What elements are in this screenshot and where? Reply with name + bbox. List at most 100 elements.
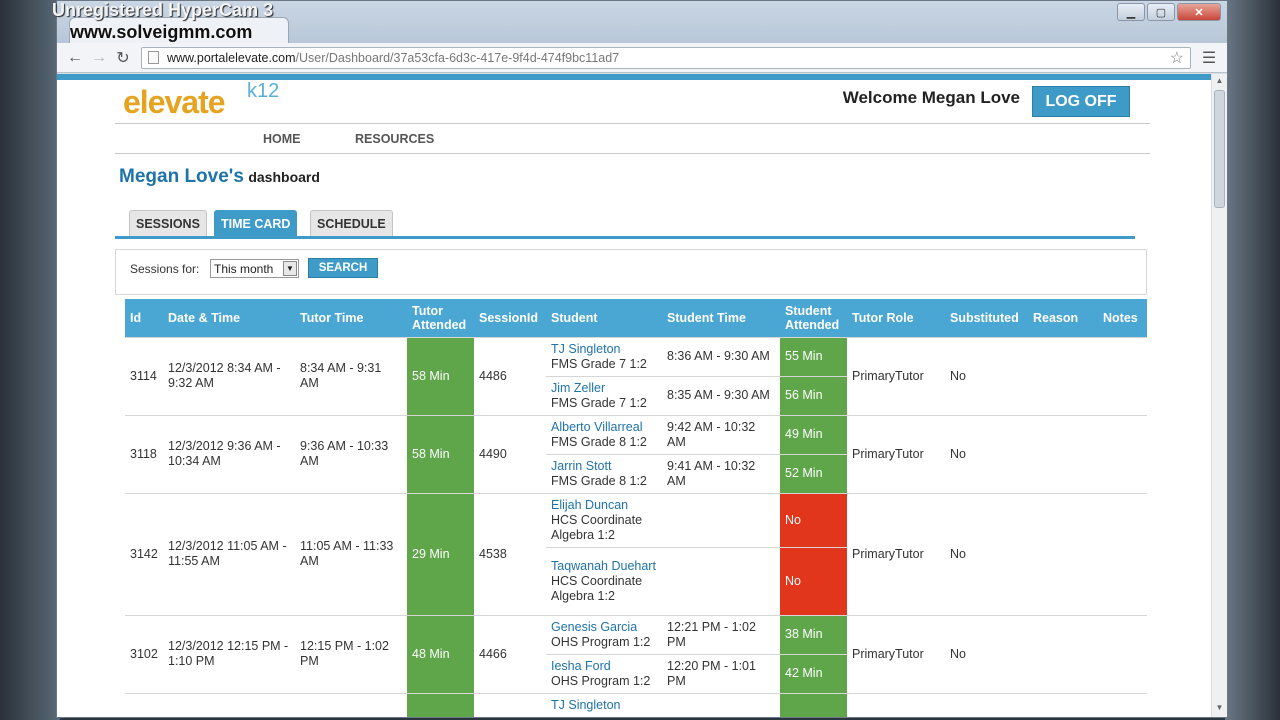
student-course: FMS Grade 8 1:2 — [551, 473, 647, 488]
page-content: elevate k12 Welcome Megan Love LOG OFF H… — [115, 80, 1150, 295]
row-date: 12/3/2012 11:05 AM - 11:55 AM — [163, 492, 295, 615]
student-time: 12:20 PM - 1:01 PM — [662, 653, 780, 693]
nav-resources[interactable]: RESOURCES — [355, 132, 434, 146]
row-date: 12/3/2012 9:36 AM - 10:34 AM — [163, 414, 295, 493]
student-link[interactable]: Genesis Garcia — [551, 620, 657, 635]
row-tutor-time: 9:36 AM - 10:33 AM — [295, 414, 407, 493]
time-card-table: Id Date & Time Tutor Time Tutor Attended… — [125, 299, 1147, 717]
row-tutor-attended — [407, 692, 474, 717]
minimize-button[interactable]: ▁ — [1117, 3, 1145, 21]
row-session-id: 4538 — [474, 492, 546, 615]
student-link[interactable]: TJ Singleton — [551, 698, 657, 713]
student-cell: Elijah Duncan HCS Coordinate Algebra 1:2 — [546, 492, 662, 547]
row-tutor-role: PrimaryTutor — [847, 414, 945, 493]
student-time: 12:21 PM - 1:02 PM — [662, 614, 780, 654]
col-student[interactable]: Student — [546, 299, 662, 337]
site-header: elevate k12 Welcome Megan Love LOG OFF — [115, 80, 1150, 124]
page-viewport: elevate k12 Welcome Megan Love LOG OFF H… — [57, 74, 1227, 717]
student-course: HCS Coordinate Algebra 1:2 — [551, 512, 643, 542]
table-row: 3118 12/3/2012 9:36 AM - 10:34 AM 9:36 A… — [125, 414, 1147, 493]
row-substituted: No — [945, 492, 1028, 615]
student-cell: Taqwanah Duehart HCS Coordinate Algebra 1… — [546, 546, 662, 615]
col-reason[interactable]: Reason — [1028, 299, 1098, 337]
student-time — [662, 546, 780, 615]
sessions-period-select[interactable]: This month ▼ — [210, 259, 299, 278]
student-attended: 49 Min — [780, 414, 847, 454]
student-link[interactable]: Elijah Duncan — [551, 498, 657, 513]
row-date: 12/3/2012 12:15 PM - 1:10 PM — [163, 614, 295, 693]
table-row: TJ Singleton — [125, 692, 1147, 717]
student-link[interactable]: Jim Zeller — [551, 381, 657, 396]
student-course: FMS Grade 7 1:2 — [551, 356, 647, 371]
student-link[interactable]: Jarrin Stott — [551, 459, 657, 474]
tab-sessions[interactable]: SESSIONS — [129, 210, 207, 236]
student-link[interactable]: Alberto Villarreal — [551, 420, 657, 435]
row-notes — [1098, 336, 1147, 415]
col-tutor-attended[interactable]: Tutor Attended — [407, 299, 474, 337]
row-session-id: 4490 — [474, 414, 546, 493]
welcome-text: Welcome Megan Love — [842, 88, 1020, 107]
dropdown-arrow-icon[interactable]: ▼ — [283, 261, 297, 276]
col-session-id[interactable]: SessionId — [474, 299, 546, 337]
student-cell: Jarrin Stott FMS Grade 8 1:2 — [546, 453, 662, 493]
col-substituted[interactable]: Substituted — [945, 299, 1028, 337]
url-path: /User/Dashboard/37a53cfa-6d3c-417e-9f4d-… — [295, 50, 620, 65]
nav-home[interactable]: HOME — [263, 132, 301, 146]
student-time: 9:41 AM - 10:32 AM — [662, 453, 780, 493]
student-link[interactable]: TJ Singleton — [551, 342, 657, 357]
student-attended: 38 Min — [780, 614, 847, 654]
row-id: 3118 — [125, 414, 163, 493]
vertical-scrollbar[interactable]: ▲ ▼ — [1211, 74, 1227, 717]
reload-icon[interactable]: ↻ — [111, 46, 135, 70]
row-notes — [1098, 492, 1147, 615]
col-student-time[interactable]: Student Time — [662, 299, 780, 337]
student-link[interactable]: Taqwanah Duehart — [551, 559, 657, 574]
col-id[interactable]: Id — [125, 299, 163, 337]
row-tutor-time: 12:15 PM - 1:02 PM — [295, 614, 407, 693]
col-tutor-time[interactable]: Tutor Time — [295, 299, 407, 337]
student-course: OHS Program 1:2 — [551, 634, 651, 649]
col-date-time[interactable]: Date & Time — [163, 299, 295, 337]
row-reason — [1028, 614, 1098, 693]
col-notes[interactable]: Notes — [1098, 299, 1147, 337]
tab-time-card[interactable]: TIME CARD — [214, 210, 298, 236]
scroll-down-icon[interactable]: ▼ — [1214, 703, 1225, 715]
url-host: www.portalelevate.com — [167, 50, 296, 65]
student-cell: Jim Zeller FMS Grade 7 1:2 — [546, 375, 662, 415]
address-bar[interactable]: www.portalelevate.com/User/Dashboard/37a… — [141, 46, 1191, 69]
tab-schedule[interactable]: SCHEDULE — [310, 210, 393, 236]
col-student-attended[interactable]: Student Attended — [780, 299, 847, 337]
log-off-button[interactable]: LOG OFF — [1032, 86, 1130, 117]
scroll-up-icon[interactable]: ▲ — [1214, 76, 1225, 88]
row-id: 3114 — [125, 336, 163, 415]
col-tutor-role[interactable]: Tutor Role — [847, 299, 945, 337]
row-notes — [1098, 614, 1147, 693]
menu-icon[interactable]: ☰ — [1197, 46, 1221, 70]
row-reason — [1028, 492, 1098, 615]
row-reason — [1028, 336, 1098, 415]
student-cell: Genesis Garcia OHS Program 1:2 — [546, 614, 662, 654]
page-icon — [148, 51, 159, 64]
student-cell: TJ Singleton FMS Grade 7 1:2 — [546, 336, 662, 376]
bookmark-star-icon[interactable]: ☆ — [1170, 48, 1184, 68]
row-date: 12/3/2012 8:34 AM - 9:32 AM — [163, 336, 295, 415]
close-button[interactable]: ✕ — [1177, 3, 1221, 21]
student-link[interactable]: Iesha Ford — [551, 659, 657, 674]
row-tutor-attended: 58 Min — [407, 336, 474, 415]
elevate-logo[interactable]: elevate — [123, 84, 226, 121]
main-nav: HOME RESOURCES — [115, 124, 1150, 154]
back-arrow-icon[interactable]: ← — [63, 46, 87, 70]
browser-window: ▁ ▢ ✕ ← → ↻ www.portalelevate.com/User/D… — [56, 0, 1228, 718]
scroll-thumb[interactable] — [1214, 90, 1225, 208]
student-time: 8:35 AM - 9:30 AM — [662, 375, 780, 415]
row-substituted: No — [945, 336, 1028, 415]
forward-arrow-icon[interactable]: → — [87, 46, 111, 70]
maximize-button[interactable]: ▢ — [1147, 3, 1175, 21]
student-attended: 52 Min — [780, 453, 847, 493]
logo-superscript: k12 — [247, 80, 280, 102]
student-attended: 55 Min — [780, 336, 847, 376]
row-tutor-role: PrimaryTutor — [847, 614, 945, 693]
student-cell: TJ Singleton — [546, 692, 662, 717]
search-button[interactable]: SEARCH — [308, 258, 378, 278]
student-attended — [780, 692, 847, 717]
